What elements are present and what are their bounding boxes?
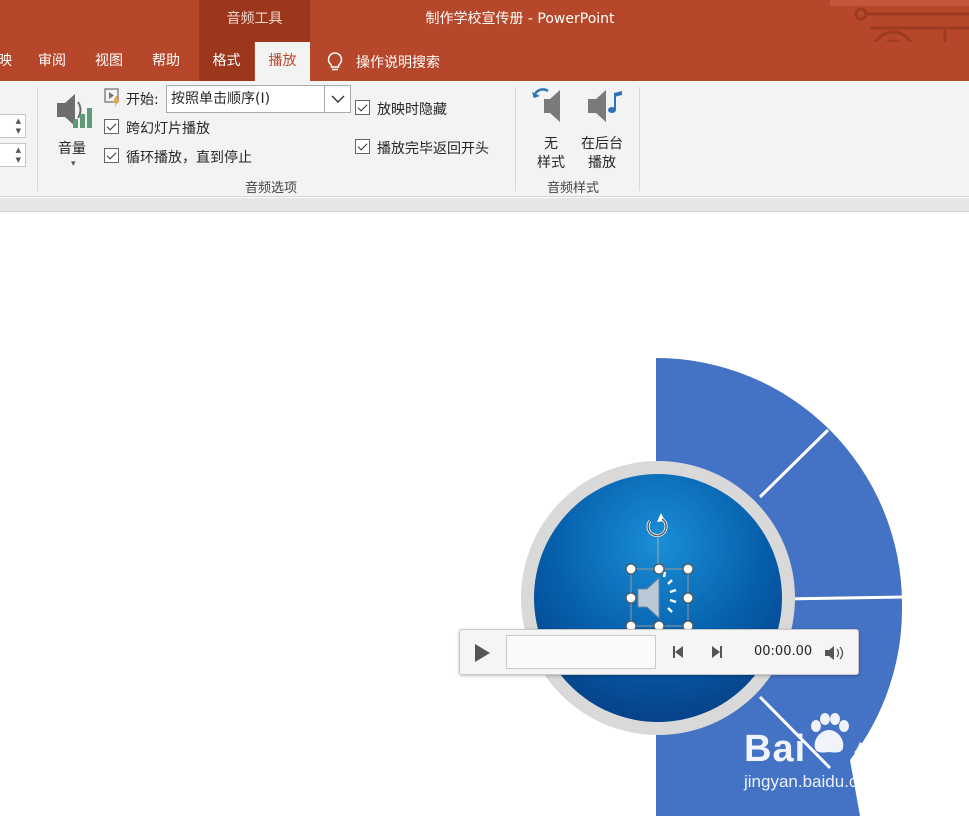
- loop-until-stopped-checkbox[interactable]: [104, 148, 119, 163]
- start-trigger-icon: [104, 88, 120, 107]
- skip-forward-icon[interactable]: [709, 645, 723, 659]
- chevron-down-icon[interactable]: [324, 86, 350, 112]
- volume-button[interactable]: 音量 ▾: [52, 89, 98, 179]
- hide-during-show-checkbox[interactable]: [355, 100, 370, 115]
- slide-pane-border: [0, 198, 969, 212]
- tab-slideshow[interactable]: 映: [0, 42, 12, 81]
- search-label: 操作说明搜索: [356, 54, 440, 71]
- no-style-icon: [532, 88, 560, 122]
- audio-options-group-label: 音频选项: [245, 181, 298, 196]
- group-separator: [515, 87, 516, 191]
- lightbulb-icon: [327, 51, 343, 70]
- tab-format[interactable]: 格式: [199, 42, 254, 81]
- play-icon[interactable]: [472, 642, 492, 664]
- tab-playback[interactable]: 播放: [255, 42, 310, 81]
- no-style-label-1: 无: [544, 136, 558, 152]
- group-separator: [37, 87, 38, 191]
- volume-label: 音量: [58, 141, 86, 157]
- skip-back-icon[interactable]: [672, 645, 686, 659]
- title-bar: 音频工具 制作学校宣传册 - PowerPoint: [0, 0, 969, 42]
- play-in-background-label-2: 播放: [588, 155, 616, 171]
- play-in-background-icon: [588, 90, 622, 122]
- audio-time-readout: 00:00.00: [754, 644, 813, 659]
- start-dropdown-value: 按照单击顺序(I): [171, 91, 271, 107]
- start-dropdown[interactable]: 按照单击顺序(I): [166, 85, 351, 113]
- rewind-after-playing-checkbox[interactable]: [355, 139, 370, 154]
- loop-until-stopped-label: 循环播放，直到停止: [126, 150, 252, 166]
- tell-me-search[interactable]: 操作说明搜索: [326, 42, 440, 81]
- play-in-background-label-1: 在后台: [581, 136, 623, 152]
- audio-tools-context-label: 音频工具: [199, 0, 310, 42]
- watermark-brand-2: 经验: [854, 742, 907, 772]
- play-across-slides-label: 跨幻灯片播放: [126, 121, 210, 137]
- watermark-brand: Bai: [744, 728, 807, 770]
- audio-styles-group-label: 音频样式: [547, 181, 600, 196]
- baidu-paw-icon: [811, 713, 849, 753]
- baidu-watermark: Bai 经验 jingyan.baidu.com: [740, 710, 940, 810]
- ribbon-playback: ▲ ▼ ▲ ▼ 音量 ▾ 开始: 按照单击顺序(I) 跨幻灯片播放 循环播放，直到停…: [0, 81, 969, 197]
- no-style-label-2: 样式: [537, 155, 565, 171]
- tab-review[interactable]: 审阅: [29, 42, 75, 81]
- audio-player-bar: 00:00.00: [459, 629, 859, 675]
- document-title: 制作学校宣传册 - PowerPoint: [425, 11, 615, 27]
- audio-progress-bar[interactable]: [506, 635, 656, 669]
- tab-view[interactable]: 视图: [86, 42, 132, 81]
- group-separator: [639, 87, 640, 191]
- ribbon-tab-row: 映 审阅 视图 帮助 格式 播放 操作说明搜索: [0, 42, 969, 81]
- fade-in-spinner[interactable]: ▲ ▼: [0, 114, 26, 138]
- no-style-button[interactable]: 无 样式: [528, 85, 576, 175]
- play-in-background-button[interactable]: 在后台 播放: [578, 85, 632, 175]
- chevron-down-icon: ▾: [71, 159, 76, 169]
- tab-help[interactable]: 帮助: [143, 42, 189, 81]
- start-label: 开始:: [126, 92, 159, 108]
- play-across-slides-checkbox[interactable]: [104, 119, 119, 134]
- mute-volume-icon[interactable]: [824, 644, 846, 662]
- hide-during-show-label: 放映时隐藏: [377, 102, 447, 118]
- volume-icon: [57, 94, 92, 128]
- watermark-url: jingyan.baidu.com: [744, 772, 882, 791]
- rewind-after-playing-label: 播放完毕返回开头: [377, 141, 489, 157]
- fade-out-spinner[interactable]: ▲ ▼: [0, 143, 26, 167]
